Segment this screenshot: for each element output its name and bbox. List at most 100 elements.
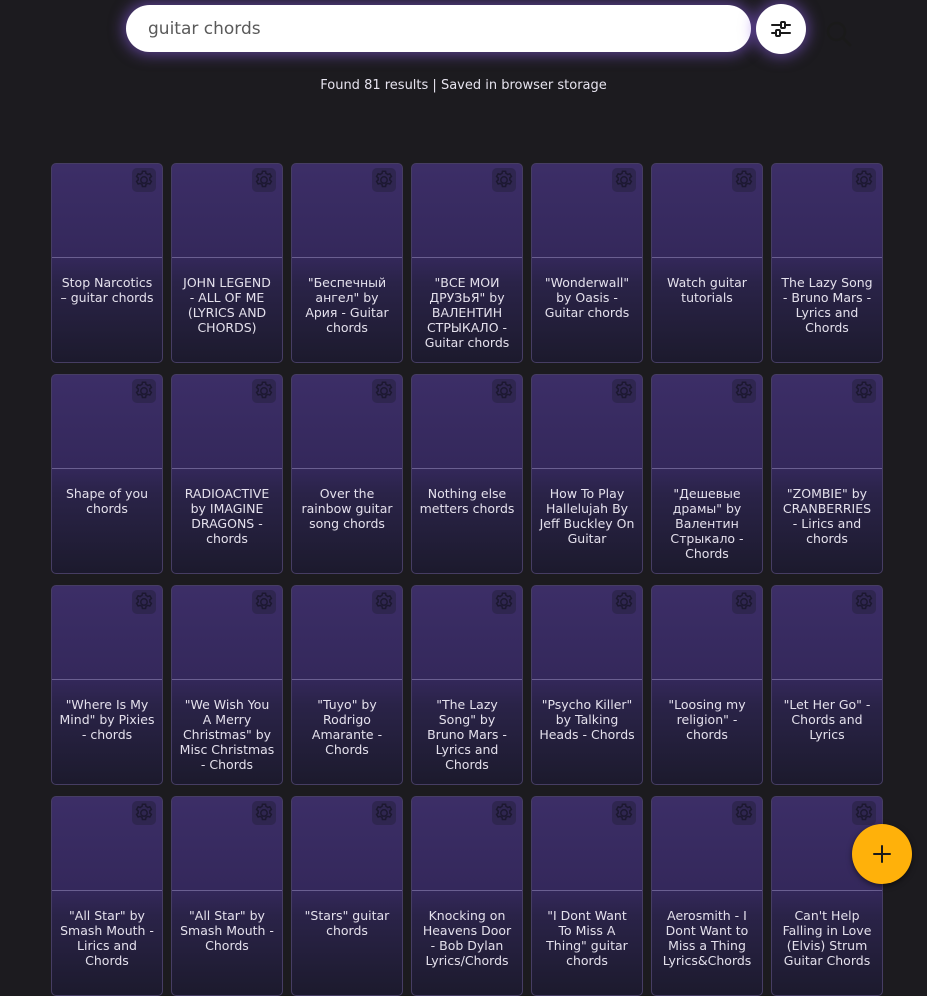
card-title: Aerosmith - I Dont Want to Miss a Thing … xyxy=(662,908,752,968)
result-card[interactable]: Aerosmith - I Dont Want to Miss a Thing … xyxy=(651,796,763,996)
result-card[interactable]: "The Lazy Song" by Bruno Mars - Lyrics a… xyxy=(411,585,523,785)
result-card[interactable]: "We Wish You A Merry Christmas" by Misc … xyxy=(171,585,283,785)
gear-icon[interactable] xyxy=(612,590,636,614)
search-icon[interactable] xyxy=(825,20,853,48)
gear-icon[interactable] xyxy=(612,168,636,192)
card-divider xyxy=(532,257,642,258)
card-divider xyxy=(412,468,522,469)
card-divider xyxy=(292,890,402,891)
card-divider xyxy=(652,890,762,891)
add-button[interactable] xyxy=(852,824,912,884)
gear-icon[interactable] xyxy=(732,379,756,403)
card-title: "We Wish You A Merry Christmas" by Misc … xyxy=(179,697,275,772)
results-grid: Stop Narcotics – guitar chords JOHN LEGEN… xyxy=(51,163,883,996)
card-divider xyxy=(412,679,522,680)
result-card[interactable]: The Lazy Song - Bruno Mars - Lyrics and … xyxy=(771,163,883,363)
gear-icon[interactable] xyxy=(732,801,756,825)
card-title: Watch guitar tutorials xyxy=(667,275,747,305)
gear-icon[interactable] xyxy=(252,590,276,614)
gear-icon[interactable] xyxy=(852,168,876,192)
gear-icon[interactable] xyxy=(132,590,156,614)
result-card[interactable]: How To Play Hallelujah By Jeff Buckley O… xyxy=(531,374,643,574)
gear-icon[interactable] xyxy=(252,168,276,192)
gear-icon[interactable] xyxy=(612,801,636,825)
card-title: "Wonderwall" by Oasis - Guitar chords xyxy=(544,275,630,320)
card-divider xyxy=(52,890,162,891)
search-input[interactable] xyxy=(148,5,628,52)
result-card[interactable]: Knocking on Heavens Door - Bob Dylan Lyr… xyxy=(411,796,523,996)
result-card[interactable]: Shape of you chords xyxy=(51,374,163,574)
card-title: Can't Help Falling in Love (Elvis) Strum… xyxy=(782,908,872,968)
result-card[interactable]: "All Star" by Smash Mouth - Chords xyxy=(171,796,283,996)
result-card[interactable]: Can't Help Falling in Love (Elvis) Strum… xyxy=(771,796,883,996)
gear-icon[interactable] xyxy=(492,801,516,825)
gear-icon[interactable] xyxy=(732,168,756,192)
result-card[interactable]: Stop Narcotics – guitar chords xyxy=(51,163,163,363)
result-card[interactable]: "Loosing my religion" - chords xyxy=(651,585,763,785)
card-divider xyxy=(52,257,162,258)
card-divider xyxy=(412,890,522,891)
result-card[interactable]: "Wonderwall" by Oasis - Guitar chords xyxy=(531,163,643,363)
card-divider xyxy=(772,257,882,258)
gear-icon[interactable] xyxy=(372,168,396,192)
result-card[interactable]: "ZOMBIE" by CRANBERRIES - Lirics and cho… xyxy=(771,374,883,574)
card-title: The Lazy Song - Bruno Mars - Lyrics and … xyxy=(781,275,873,335)
card-title: "Loosing my religion" - chords xyxy=(668,697,746,742)
gear-icon[interactable] xyxy=(252,801,276,825)
result-card[interactable]: Watch guitar tutorials xyxy=(651,163,763,363)
gear-icon[interactable] xyxy=(132,168,156,192)
result-card[interactable]: "Дешевые драмы" by Валентин Стрыкало - C… xyxy=(651,374,763,574)
result-card[interactable]: Nothing else metters chords xyxy=(411,374,523,574)
result-card[interactable]: "ВСЕ МОИ ДРУЗЬЯ" by ВАЛЕНТИН СТРЫКАЛО - … xyxy=(411,163,523,363)
results-count: Found 81 results xyxy=(320,78,429,93)
card-title: "ВСЕ МОИ ДРУЗЬЯ" by ВАЛЕНТИН СТРЫКАЛО - … xyxy=(424,275,510,350)
gear-icon[interactable] xyxy=(492,590,516,614)
result-card[interactable]: "Psycho Killer" by Talking Heads - Chord… xyxy=(531,585,643,785)
result-card[interactable]: "Let Her Go" - Chords and Lyrics xyxy=(771,585,883,785)
result-card[interactable]: RADIOACTIVE by IMAGINE DRAGONS - chords xyxy=(171,374,283,574)
results-status: Found 81 results | Saved in browser stor… xyxy=(0,78,927,93)
gear-icon[interactable] xyxy=(372,590,396,614)
card-divider xyxy=(412,257,522,258)
card-divider xyxy=(772,679,882,680)
card-title: RADIOACTIVE by IMAGINE DRAGONS - chords xyxy=(184,486,270,546)
gear-icon[interactable] xyxy=(132,801,156,825)
card-title: Shape of you chords xyxy=(65,486,149,516)
card-title: Knocking on Heavens Door - Bob Dylan Lyr… xyxy=(422,908,512,968)
gear-icon[interactable] xyxy=(492,379,516,403)
result-card[interactable]: "Беспечный ангел" by Ария - Guitar chord… xyxy=(291,163,403,363)
gear-icon[interactable] xyxy=(252,379,276,403)
result-card[interactable]: "All Star" by Smash Mouth - Lirics and C… xyxy=(51,796,163,996)
card-divider xyxy=(772,890,882,891)
card-divider xyxy=(172,257,282,258)
plus-icon xyxy=(873,845,891,863)
card-title: "Беспечный ангел" by Ария - Guitar chord… xyxy=(305,275,389,335)
gear-icon[interactable] xyxy=(372,801,396,825)
card-divider xyxy=(652,679,762,680)
result-card[interactable]: "Tuyo" by Rodrigo Amarante - Chords xyxy=(291,585,403,785)
card-divider xyxy=(772,468,882,469)
result-card[interactable]: "Where Is My Mind" by Pixies - chords xyxy=(51,585,163,785)
gear-icon[interactable] xyxy=(852,801,876,825)
gear-icon[interactable] xyxy=(132,379,156,403)
filter-button[interactable] xyxy=(756,4,806,54)
result-card[interactable]: Over the rainbow guitar song chords xyxy=(291,374,403,574)
card-title: "Tuyo" by Rodrigo Amarante - Chords xyxy=(311,697,383,757)
gear-icon[interactable] xyxy=(492,168,516,192)
card-divider xyxy=(292,257,402,258)
gear-icon[interactable] xyxy=(732,590,756,614)
card-title: "Дешевые драмы" by Валентин Стрыкало - C… xyxy=(670,486,744,561)
result-card[interactable]: "I Dont Want To Miss A Thing" guitar cho… xyxy=(531,796,643,996)
card-title: Stop Narcotics – guitar chords xyxy=(60,275,154,305)
gear-icon[interactable] xyxy=(852,590,876,614)
card-divider xyxy=(292,468,402,469)
gear-icon[interactable] xyxy=(612,379,636,403)
gear-icon[interactable] xyxy=(372,379,396,403)
card-divider xyxy=(532,468,642,469)
result-card[interactable]: JOHN LEGEND - ALL OF ME (LYRICS AND CHOR… xyxy=(171,163,283,363)
gear-icon[interactable] xyxy=(852,379,876,403)
card-title: Nothing else metters chords xyxy=(419,486,515,516)
result-card[interactable]: "Stars" guitar chords xyxy=(291,796,403,996)
card-title: "I Dont Want To Miss A Thing" guitar cho… xyxy=(546,908,628,968)
storage-status: Saved in browser storage xyxy=(440,78,607,93)
